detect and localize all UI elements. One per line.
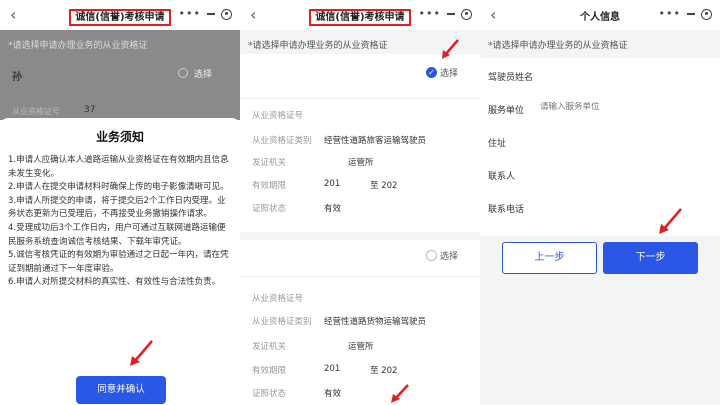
nav-bar: ‹ 个人信息 ••• — [480, 0, 720, 30]
notice-screen: *请选择申请办理业务的从业资格证 孙 选择 从业资格证号 37 ‹ 诚信(信誉)… — [0, 0, 240, 405]
notice-item: 3.申请人所提交的申请，将于提交后2个工作日内受理。业务状态更新为已受理后，不再… — [8, 195, 226, 220]
certificate-number-value: 37 — [84, 105, 96, 115]
dimmed-background: *请选择申请办理业务的从业资格证 孙 选择 从业资格证号 37 — [0, 30, 240, 120]
personal-info-form: 驾驶员姓名 服务单位 住址 联系人 联系电话 — [480, 58, 720, 236]
contact-phone-label: 联系电话 — [488, 205, 525, 215]
select-hint: *请选择申请办理业务的从业资格证 — [8, 41, 148, 51]
issuing-authority-value: 运管所 — [348, 158, 374, 168]
issuing-authority-value: 运管所 — [348, 342, 374, 352]
driver-name-label: 驾驶员姓名 — [488, 73, 534, 83]
notice-item: 1.申请人应确认本人道路运输从业资格证在有效期内且信息未发生变化。 — [8, 155, 229, 179]
checked-radio-icon[interactable]: ✓ — [426, 67, 437, 78]
field-label: 有效期限 — [252, 366, 287, 376]
next-step-button[interactable]: 下一步 — [603, 242, 698, 274]
personal-info-screen: ‹ 个人信息 ••• *请选择申请办理业务的从业资格证 驾驶员姓名 服务单位 住… — [480, 0, 720, 405]
valid-to-value: 至 202 — [370, 366, 398, 376]
status-value: 有效 — [324, 204, 342, 214]
certificate-card[interactable]: 选择 从业资格证号 从业资格证类别 经营性道路货物运输驾驶员 发证机关 运管所 … — [240, 240, 480, 405]
valid-to-value: 至 202 — [370, 181, 398, 191]
close-target-icon[interactable] — [221, 8, 232, 20]
field-label: 发证机关 — [252, 158, 287, 168]
close-target-icon[interactable] — [701, 8, 712, 20]
field-label: 从业资格证类别 — [252, 136, 312, 146]
certificate-category-value: 经营性道路货物运输驾驶员 — [324, 317, 427, 327]
notice-title: 业务须知 — [95, 130, 144, 144]
select-label: 选择 — [194, 70, 213, 80]
red-arrow-icon — [391, 384, 409, 403]
notice-list: 1.申请人应确认本人道路运输从业资格证在有效期内且信息未发生变化。 2.申请人在… — [8, 154, 234, 290]
more-icon[interactable]: ••• — [659, 8, 681, 20]
select-hint: *请选择申请办理业务的从业资格证 — [488, 41, 628, 51]
nav-bar: ‹ 诚信(信誉)考核申请 ••• — [0, 0, 240, 30]
red-arrow-icon — [442, 39, 459, 59]
capsule-buttons: ••• — [659, 8, 712, 20]
certificate-number-label: 从业资格证号 — [12, 107, 60, 116]
certificate-select-screen: ‹ 诚信(信誉)考核申请 ••• *请选择申请办理业务的从业资格证 ✓ 选择 从… — [240, 0, 480, 405]
red-arrow-icon — [659, 208, 682, 234]
contact-person-label: 联系人 — [488, 172, 516, 182]
radio-button[interactable] — [178, 68, 188, 78]
red-arrow-icon — [130, 340, 153, 366]
minimize-icon[interactable] — [447, 13, 455, 15]
service-unit-input[interactable] — [540, 102, 700, 112]
select-hint: *请选择申请办理业务的从业资格证 — [248, 41, 388, 51]
field-label: 从业资格证号 — [252, 294, 304, 304]
select-label[interactable]: 选择 — [440, 249, 458, 262]
minimize-icon[interactable] — [207, 13, 215, 15]
notice-dialog: 业务须知 1.申请人应确认本人道路运输从业资格证在有效期内且信息未发生变化。 2… — [0, 118, 240, 405]
field-label: 从业资格证类别 — [252, 317, 312, 327]
notice-item: 6.申请人对所提交材料的真实性、有效性与合法性负责。 — [8, 277, 221, 288]
divider — [240, 276, 480, 277]
select-label[interactable]: 选择 — [440, 66, 458, 79]
notice-item: 2.申请人在提交申请材料时确保上传的电子影像清晰可见。 — [8, 182, 229, 193]
close-target-icon[interactable] — [461, 8, 472, 20]
radio-button[interactable] — [426, 250, 437, 261]
notice-item: 5.诚信考核凭证的有效期为审验通过之日起一年内，请在凭证到期前通过下一年度审验。 — [8, 250, 229, 274]
field-label: 有效期限 — [252, 181, 287, 191]
more-icon[interactable]: ••• — [179, 8, 201, 20]
address-label: 住址 — [488, 139, 507, 149]
certificate-category-value: 经营性道路旅客运输驾驶员 — [324, 136, 427, 146]
valid-from-value: 201 — [324, 364, 341, 374]
previous-step-button[interactable]: 上一步 — [502, 242, 597, 274]
minimize-icon[interactable] — [687, 13, 695, 15]
certificate-holder-name: 孙 — [12, 72, 22, 83]
field-label: 证照状态 — [252, 204, 287, 214]
divider — [240, 98, 480, 99]
field-label: 证照状态 — [252, 389, 287, 399]
more-icon[interactable]: ••• — [419, 8, 441, 20]
status-value: 有效 — [324, 389, 342, 399]
capsule-buttons: ••• — [419, 8, 472, 20]
valid-from-value: 201 — [324, 179, 341, 189]
service-unit-label: 服务单位 — [488, 106, 525, 116]
capsule-buttons: ••• — [179, 8, 232, 20]
notice-item: 4.受理成功后3个工作日内，用户可通过互联网道路运输便民服务系统查询诚信考核结果… — [8, 222, 226, 247]
field-label: 发证机关 — [252, 342, 287, 352]
agree-confirm-button[interactable]: 同意并确认 — [76, 376, 166, 404]
field-label: 从业资格证号 — [252, 111, 304, 121]
certificate-card[interactable]: ✓ 选择 从业资格证号 从业资格证类别 经营性道路旅客运输驾驶员 发证机关 运管… — [240, 54, 480, 232]
nav-bar: ‹ 诚信(信誉)考核申请 ••• — [240, 0, 480, 30]
